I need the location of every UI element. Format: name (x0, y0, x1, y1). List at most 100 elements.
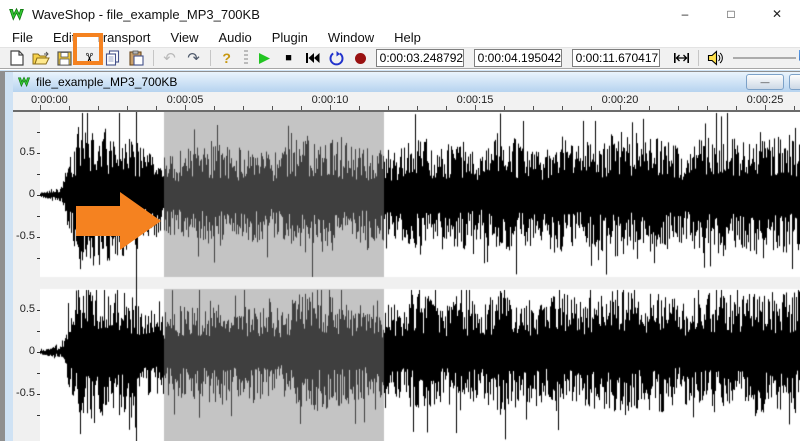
time-ruler-tick (388, 106, 389, 110)
open-folder-icon (32, 51, 50, 66)
time-ruler-tick (707, 106, 708, 110)
time-ruler-tick (533, 106, 534, 110)
loop-button[interactable] (325, 48, 349, 68)
time-ruler-tick (417, 106, 418, 110)
app-logo-icon (8, 6, 25, 23)
rewind-icon (305, 52, 320, 64)
menu-audio[interactable]: Audio (208, 28, 261, 47)
volume-slider[interactable] (733, 49, 800, 67)
new-file-button[interactable] (5, 48, 29, 68)
time-ruler-tick (736, 106, 737, 110)
waveform-view: 0.5 0 -0.5 0.5 0 -0.5 (13, 112, 800, 441)
rewind-button[interactable] (301, 48, 325, 68)
position-time-field[interactable] (376, 49, 464, 67)
document-minimize-button[interactable]: — (746, 74, 784, 90)
undo-icon: ↶ (163, 51, 176, 66)
menu-view[interactable]: View (161, 28, 209, 47)
time-ruler-label: 0:00:10 (306, 94, 354, 106)
cut-button[interactable]: ✂ (77, 48, 101, 68)
time-ruler-label: 0:00:20 (596, 94, 644, 106)
amplitude-label: 0 (29, 188, 35, 200)
fit-width-button[interactable] (670, 48, 694, 68)
redo-button[interactable]: ↷ (182, 48, 206, 68)
document-window: file_example_MP3_700KB — ❐ 0:00:000:00:0… (5, 72, 800, 441)
help-icon: ? (222, 51, 231, 65)
time-ruler-tick (243, 106, 244, 110)
volume-mute-button[interactable] (703, 48, 727, 68)
time-ruler-tick (272, 106, 273, 110)
time-ruler-label: 0:00:15 (451, 94, 499, 106)
menu-help[interactable]: Help (384, 28, 431, 47)
stop-icon: ■ (285, 53, 292, 64)
document-title: file_example_MP3_700KB (36, 75, 177, 89)
paste-icon (129, 50, 144, 66)
titlebar: WaveShop - file_example_MP3_700KB – □ ✕ (0, 0, 800, 28)
open-file-button[interactable] (29, 48, 53, 68)
record-button[interactable] (349, 48, 373, 68)
time-ruler-tick (69, 106, 70, 110)
fit-width-icon (673, 52, 690, 64)
waveform-canvas[interactable] (40, 112, 800, 441)
time-ruler-tick (446, 106, 447, 110)
undo-button[interactable]: ↶ (158, 48, 182, 68)
menu-transport[interactable]: Transport (85, 28, 160, 47)
time-ruler-tick (591, 106, 592, 110)
mdi-area: file_example_MP3_700KB — ❐ 0:00:000:00:0… (0, 71, 800, 441)
amplitude-label: 0.5 (20, 146, 35, 158)
new-file-icon (10, 50, 24, 66)
document-titlebar[interactable]: file_example_MP3_700KB — ❐ (13, 72, 800, 92)
toolbar-grip[interactable] (244, 50, 248, 66)
stop-button[interactable]: ■ (277, 48, 301, 68)
volume-slider-track[interactable] (733, 57, 796, 59)
paste-button[interactable] (125, 48, 149, 68)
toolbar: ✂ ↶ ↷ ? (0, 47, 800, 69)
time-ruler-tick (214, 106, 215, 110)
menubar: File Edit Transport View Audio Plugin Wi… (0, 28, 800, 47)
play-icon (258, 52, 271, 65)
selection-start-time-field[interactable] (474, 49, 562, 67)
redo-icon: ↷ (187, 51, 200, 66)
app-window: WaveShop - file_example_MP3_700KB – □ ✕ … (0, 0, 800, 441)
amplitude-label: 0.5 (20, 303, 35, 315)
loop-icon (329, 51, 344, 66)
save-button[interactable] (53, 48, 77, 68)
time-ruler-tick (127, 106, 128, 110)
time-ruler-tick (504, 106, 505, 110)
menu-file[interactable]: File (2, 28, 43, 47)
menu-plugin[interactable]: Plugin (262, 28, 318, 47)
time-ruler-tick (98, 106, 99, 110)
time-ruler-tick (156, 106, 157, 110)
minimize-button[interactable]: – (662, 0, 708, 28)
save-floppy-icon (57, 51, 72, 66)
copy-icon (105, 50, 120, 66)
record-icon (355, 53, 366, 64)
amplitude-ruler: 0.5 0 -0.5 0.5 0 -0.5 (13, 112, 40, 441)
time-ruler[interactable]: 0:00:00 0:00:05 0:00:10 0:00:15 0:00:20 0:00:… (13, 92, 800, 110)
close-button[interactable]: ✕ (754, 0, 800, 28)
maximize-button[interactable]: □ (708, 0, 754, 28)
time-ruler-tick (649, 106, 650, 110)
window-controls: – □ ✕ (662, 0, 800, 28)
amplitude-label: 0 (29, 345, 35, 357)
time-ruler-label: 0:00:00 (31, 94, 68, 106)
document-logo-icon (17, 75, 31, 89)
time-ruler-tick (678, 106, 679, 110)
scissors-icon: ✂ (81, 52, 96, 65)
time-ruler-label: 0:00:05 (161, 94, 209, 106)
time-ruler-tick (359, 106, 360, 110)
selection-end-time-field[interactable] (572, 49, 660, 67)
copy-button[interactable] (101, 48, 125, 68)
time-ruler-tick (301, 106, 302, 110)
time-ruler-tick (562, 106, 563, 110)
menu-window[interactable]: Window (318, 28, 384, 47)
time-ruler-tick (794, 106, 795, 110)
document-restore-button[interactable]: ❐ (789, 74, 800, 90)
window-title: WaveShop - file_example_MP3_700KB (32, 7, 260, 22)
speaker-icon (707, 50, 723, 66)
menu-edit[interactable]: Edit (43, 28, 85, 47)
amplitude-label: -0.5 (16, 230, 35, 242)
amplitude-label: -0.5 (16, 387, 35, 399)
time-ruler-label: 0:00:25 (741, 94, 789, 106)
help-button[interactable]: ? (215, 48, 239, 68)
play-button[interactable] (253, 48, 277, 68)
